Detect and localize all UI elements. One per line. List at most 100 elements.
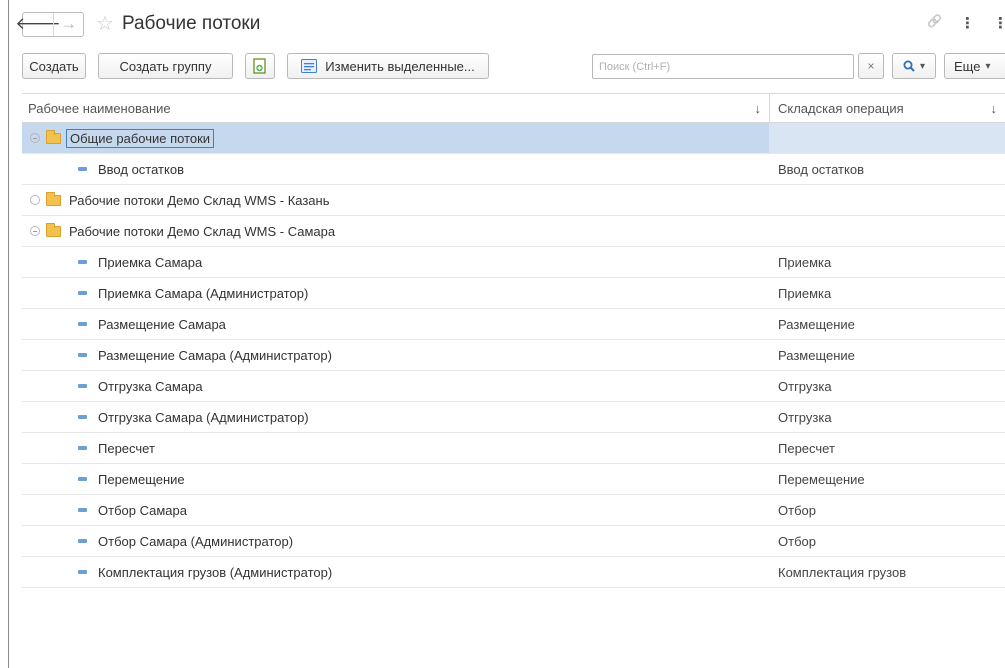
create-group-button[interactable]: Создать группу [98,53,233,79]
workflow-name: Ввод остатков [98,161,184,177]
table-row[interactable]: Приемка Самара (Администратор) Приемка [22,278,1005,309]
row-operation-background [769,216,1005,246]
group-name: Общие рабочие потоки [66,128,215,148]
name-cell[interactable]: Комплектация грузов (Администратор) [22,557,769,587]
table-row[interactable]: Перемещение Перемещение [22,464,1005,495]
column-header-name-label: Рабочее наименование [28,101,171,116]
name-cell[interactable]: Перемещение [22,464,769,494]
table-row[interactable]: Отбор Самара (Администратор) Отбор [22,526,1005,557]
edit-selected-button[interactable]: Изменить выделенные... [287,53,489,79]
table-row-group[interactable]: Общие рабочие потоки [22,123,1005,154]
collapse-toggle-icon[interactable] [30,226,40,236]
name-cell[interactable]: Отгрузка Самара [22,371,769,401]
item-dash-icon [78,291,87,295]
operation-cell[interactable]: Размещение [778,309,855,339]
more-button[interactable]: Еще ▾ [944,53,1005,79]
back-button[interactable]: 🡐 [15,13,61,36]
table-row[interactable]: Комплектация грузов (Администратор) Компл… [22,557,1005,588]
item-dash-icon [78,384,87,388]
column-header-operation-label: Складская операция [778,101,904,116]
name-cell[interactable]: Приемка Самара (Администратор) [22,278,769,308]
copy-button[interactable] [245,53,275,79]
folder-icon [46,129,61,144]
workflow-name: Отбор Самара (Администратор) [98,533,294,549]
table-row[interactable]: Отгрузка Самара (Администратор) Отгрузка [22,402,1005,433]
table-row[interactable]: Пересчет Пересчет [22,433,1005,464]
operation-cell[interactable]: Пересчет [778,433,835,463]
table-row[interactable]: Приемка Самара Приемка [22,247,1005,278]
name-cell[interactable]: Отгрузка Самара (Администратор) [22,402,769,432]
table-row-group[interactable]: Рабочие потоки Демо Склад WMS - Самара [22,216,1005,247]
toolbar: Создать Создать группу Изменить выделенн… [22,53,1005,79]
more-actions-icon[interactable]: ⋮ [960,14,975,32]
copy-document-icon [253,58,266,74]
sort-arrow-icon: ↓ [754,101,762,116]
nav-group: 🡐 → [15,11,84,37]
search-button[interactable]: ▾ [892,53,936,79]
table-row[interactable]: Отгрузка Самара Отгрузка [22,371,1005,402]
name-cell[interactable]: Пересчет [22,433,769,463]
name-cell[interactable]: Рабочие потоки Демо Склад WMS - Самара [22,216,769,246]
table-row[interactable]: Отбор Самара Отбор [22,495,1005,526]
name-cell[interactable]: Размещение Самара (Администратор) [22,340,769,370]
item-dash-icon [78,570,87,574]
column-divider[interactable] [769,94,770,123]
workflow-name: Размещение Самара (Администратор) [98,347,332,363]
link-icon[interactable]: 🔗 [927,14,942,32]
operation-cell[interactable]: Приемка [778,278,831,308]
favorite-star-icon[interactable]: ☆ [96,14,114,34]
item-dash-icon [78,322,87,326]
title-actions: 🔗 ⋮ ⋮ [927,14,1005,32]
item-dash-icon [78,446,87,450]
item-dash-icon [78,260,87,264]
name-cell[interactable]: Размещение Самара [22,309,769,339]
item-dash-icon [78,167,87,171]
forward-arrow-icon: → [60,14,77,33]
search-icon [903,60,915,72]
sort-arrow-icon: ↓ [990,101,998,116]
name-cell[interactable]: Общие рабочие потоки [22,123,769,153]
operation-cell[interactable]: Ввод остатков [778,154,864,184]
column-header-name[interactable]: Рабочее наименование ↓ [28,94,769,123]
item-dash-icon [78,508,87,512]
group-name: Рабочие потоки Демо Склад WMS - Самара [69,223,336,239]
clipped-icon[interactable]: ⋮ [993,14,1005,32]
workflow-name: Приемка Самара (Администратор) [98,285,309,301]
chevron-down-icon: ▾ [985,60,991,72]
create-button-label: Создать [29,58,79,74]
workflow-name: Комплектация грузов (Администратор) [98,564,333,580]
forward-button[interactable]: → [53,12,83,36]
operation-cell[interactable]: Размещение [778,340,855,370]
workflow-name: Отгрузка Самара [98,378,203,394]
create-button[interactable]: Создать [22,53,86,79]
operation-cell[interactable]: Отбор [778,526,816,556]
workflow-name: Отгрузка Самара (Администратор) [98,409,309,425]
operation-cell[interactable]: Отгрузка [778,402,832,432]
name-cell[interactable]: Ввод остатков [22,154,769,184]
table-row[interactable]: Размещение Самара (Администратор) Размеще… [22,340,1005,371]
name-cell[interactable]: Приемка Самара [22,247,769,277]
name-cell[interactable]: Отбор Самара (Администратор) [22,526,769,556]
operation-cell[interactable]: Перемещение [778,464,865,494]
chevron-down-icon: ▾ [919,60,926,72]
table-row[interactable]: Ввод остатков Ввод остатков [22,154,1005,185]
expand-toggle-icon[interactable] [30,195,40,205]
column-header-operation[interactable]: Складская операция ↓ [778,94,1005,123]
operation-cell[interactable]: Комплектация грузов [778,557,906,587]
create-group-button-label: Создать группу [119,58,212,74]
item-dash-icon [78,415,87,419]
table-row-group[interactable]: Рабочие потоки Демо Склад WMS - Казань [22,185,1005,216]
table-row[interactable]: Размещение Самара Размещение [22,309,1005,340]
clear-icon: × [867,59,875,73]
operation-cell[interactable]: Отбор [778,495,816,525]
row-operation-background [769,185,1005,215]
search-input[interactable] [592,54,854,79]
collapse-toggle-icon[interactable] [30,133,40,143]
operation-cell[interactable]: Приемка [778,247,831,277]
workflow-name: Размещение Самара [98,316,226,332]
name-cell[interactable]: Отбор Самара [22,495,769,525]
name-cell[interactable]: Рабочие потоки Демо Склад WMS - Казань [22,185,769,215]
workflows-table: Рабочее наименование ↓ Складская операци… [22,93,1005,588]
operation-cell[interactable]: Отгрузка [778,371,832,401]
search-clear-button[interactable]: × [858,53,884,79]
